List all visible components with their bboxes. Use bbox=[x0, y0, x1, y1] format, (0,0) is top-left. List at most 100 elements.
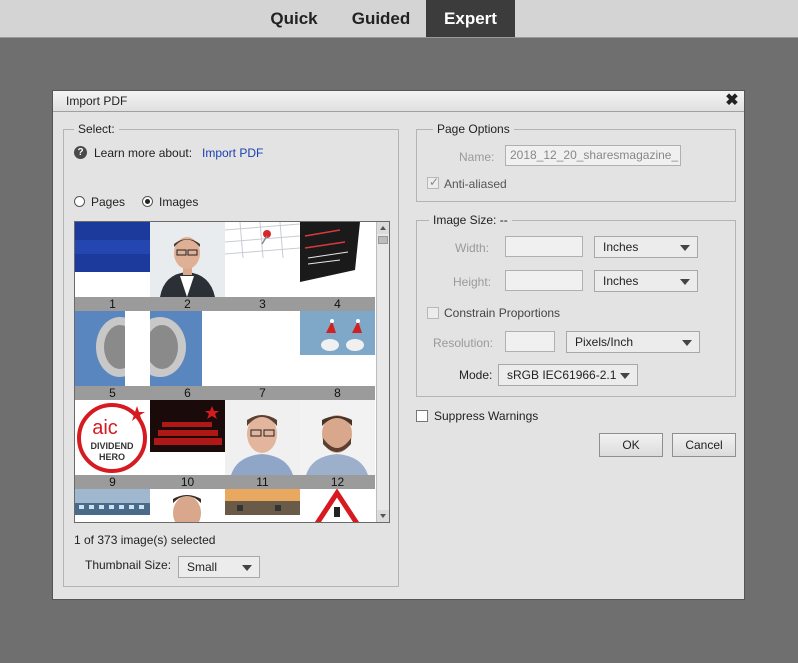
thumbnail-number: 10 bbox=[150, 475, 225, 489]
thumbnail-size-value: Small bbox=[187, 560, 218, 574]
thumbnail-image bbox=[75, 222, 150, 297]
thumbnail-14[interactable] bbox=[150, 489, 225, 522]
blue-glitter-image bbox=[75, 222, 150, 297]
thumbnail-7[interactable]: 7 bbox=[225, 311, 300, 400]
thumbnail-image bbox=[75, 489, 150, 522]
thumbnail-1[interactable]: 1 bbox=[75, 222, 150, 311]
tab-guided[interactable]: Guided bbox=[340, 0, 422, 37]
thumbnail-8[interactable]: 8 bbox=[300, 311, 375, 400]
thumbnail-image bbox=[300, 489, 375, 522]
resolution-field[interactable] bbox=[505, 331, 555, 352]
name-label: Name: bbox=[459, 150, 495, 164]
thumbnail-12[interactable]: 12 bbox=[300, 400, 375, 489]
suppress-warnings-checkbox[interactable] bbox=[416, 410, 428, 422]
images-radio-label[interactable]: Images bbox=[159, 195, 198, 209]
cancel-button[interactable]: Cancel bbox=[672, 433, 736, 457]
thumbnail-number: 9 bbox=[75, 475, 150, 489]
thumbnail-image: aic DIVIDEND HERO bbox=[75, 400, 150, 475]
thumbnail-11[interactable]: 11 bbox=[225, 400, 300, 489]
portrait-glasses-image bbox=[225, 400, 300, 475]
thumbnail-image bbox=[300, 311, 375, 386]
dialog-titlebar: Import PDF ✖ bbox=[53, 91, 744, 112]
chevron-down-icon bbox=[682, 340, 692, 346]
close-icon[interactable]: ✖ bbox=[724, 91, 740, 111]
mode-select[interactable]: sRGB IEC61966-2.1 bbox=[498, 364, 638, 386]
mode-label: Mode: bbox=[459, 368, 493, 382]
thumbnail-2[interactable]: 2 bbox=[150, 222, 225, 311]
ok-button[interactable]: OK bbox=[599, 433, 663, 457]
width-field[interactable] bbox=[505, 236, 583, 257]
mode-value: sRGB IEC61966-2.1 bbox=[507, 368, 617, 382]
logo-line1: aic bbox=[92, 417, 118, 439]
thumbnail-16[interactable] bbox=[300, 489, 375, 522]
thumbnail-5[interactable]: 5 bbox=[75, 311, 150, 400]
resolution-label: Resolution: bbox=[433, 336, 494, 350]
aic-logo-image: aic DIVIDEND HERO bbox=[75, 400, 150, 475]
thumbnail-10[interactable]: 10 bbox=[150, 400, 225, 489]
thumbnail-image bbox=[150, 222, 225, 297]
select-group: Select: ? Learn more about: Import PDF P… bbox=[63, 122, 399, 587]
pages-radio[interactable] bbox=[74, 196, 85, 207]
height-unit-value: Inches bbox=[603, 274, 639, 288]
height-unit-select[interactable]: Inches bbox=[594, 270, 698, 292]
tab-quick[interactable]: Quick bbox=[254, 0, 334, 37]
logo-line3: HERO bbox=[99, 452, 125, 462]
dollar-portrait-right-image bbox=[150, 311, 225, 386]
thumbnail-image bbox=[75, 311, 150, 386]
thumbnail-size-select[interactable]: Small bbox=[178, 556, 260, 578]
thumbnail-number: 5 bbox=[75, 386, 150, 400]
thumbnail-image bbox=[225, 489, 300, 522]
help-icon[interactable]: ? bbox=[74, 146, 87, 159]
thumbnail-image bbox=[225, 311, 300, 386]
constrain-proportions-checkbox[interactable] bbox=[427, 307, 439, 319]
image-size-group: Image Size: -- Width: Inches Height: Inc… bbox=[416, 213, 736, 397]
calendar-pin-image bbox=[225, 222, 300, 297]
thumbnail-13[interactable] bbox=[75, 489, 150, 522]
learn-more-label: Learn more about: bbox=[94, 146, 193, 160]
thumbnail-grid[interactable]: 1 2 3 4 5 6 7 8 aic DIVIDEND HERO 9 10 1… bbox=[74, 221, 390, 523]
thumbnail-15[interactable] bbox=[225, 489, 300, 522]
height-field[interactable] bbox=[505, 270, 583, 291]
width-unit-select[interactable]: Inches bbox=[594, 236, 698, 258]
suppress-warnings-label[interactable]: Suppress Warnings bbox=[434, 409, 538, 423]
thumbnail-image bbox=[225, 400, 300, 475]
constrain-proportions-label[interactable]: Constrain Proportions bbox=[444, 306, 560, 320]
selection-status: 1 of 373 image(s) selected bbox=[74, 533, 216, 547]
scroll-thumb[interactable] bbox=[378, 236, 388, 244]
name-field[interactable]: 2018_12_20_sharesmagazine_ bbox=[505, 145, 681, 166]
thumbnail-image bbox=[300, 222, 375, 297]
grid-scrollbar[interactable] bbox=[376, 222, 389, 522]
images-radio[interactable] bbox=[142, 196, 153, 207]
thumbnail-number: 7 bbox=[225, 386, 300, 400]
thumbnail-9[interactable]: aic DIVIDEND HERO 9 bbox=[75, 400, 150, 489]
tab-expert[interactable]: Expert bbox=[426, 0, 515, 37]
thumbnail-3[interactable]: 3 bbox=[225, 222, 300, 311]
import-pdf-link[interactable]: Import PDF bbox=[202, 146, 263, 160]
thumbnail-image bbox=[150, 489, 225, 522]
portrait-image bbox=[150, 489, 225, 522]
width-label: Width: bbox=[455, 241, 490, 255]
portrait-beard-image bbox=[300, 400, 375, 475]
sunset-road-image bbox=[225, 489, 300, 522]
thumbnail-number: 8 bbox=[300, 386, 375, 400]
thumbnail-number: 4 bbox=[300, 297, 375, 311]
page-options-legend: Page Options bbox=[433, 122, 514, 136]
resolution-unit-select[interactable]: Pixels/Inch bbox=[566, 331, 700, 353]
birds-santa-hats-image bbox=[300, 311, 375, 386]
thumbnail-4[interactable]: 4 bbox=[300, 222, 375, 311]
thumbnail-number: 12 bbox=[300, 475, 375, 489]
scroll-up-arrow-icon[interactable] bbox=[377, 222, 389, 234]
pages-radio-label[interactable]: Pages bbox=[91, 195, 125, 209]
thumbnail-6[interactable]: 6 bbox=[150, 311, 225, 400]
height-label: Height: bbox=[453, 275, 492, 289]
thumbnail-image bbox=[225, 222, 300, 297]
scroll-down-arrow-icon[interactable] bbox=[377, 510, 389, 522]
dollar-portrait-left-image bbox=[75, 311, 150, 386]
cinema-seats-image bbox=[150, 400, 225, 475]
antialiased-label[interactable]: Anti-aliased bbox=[444, 177, 507, 191]
antialiased-checkbox[interactable] bbox=[427, 175, 439, 189]
select-legend: Select: bbox=[74, 122, 119, 136]
logo-line2: DIVIDEND bbox=[90, 441, 134, 451]
thumbnail-number: 2 bbox=[150, 297, 225, 311]
thumbnail-number: 6 bbox=[150, 386, 225, 400]
